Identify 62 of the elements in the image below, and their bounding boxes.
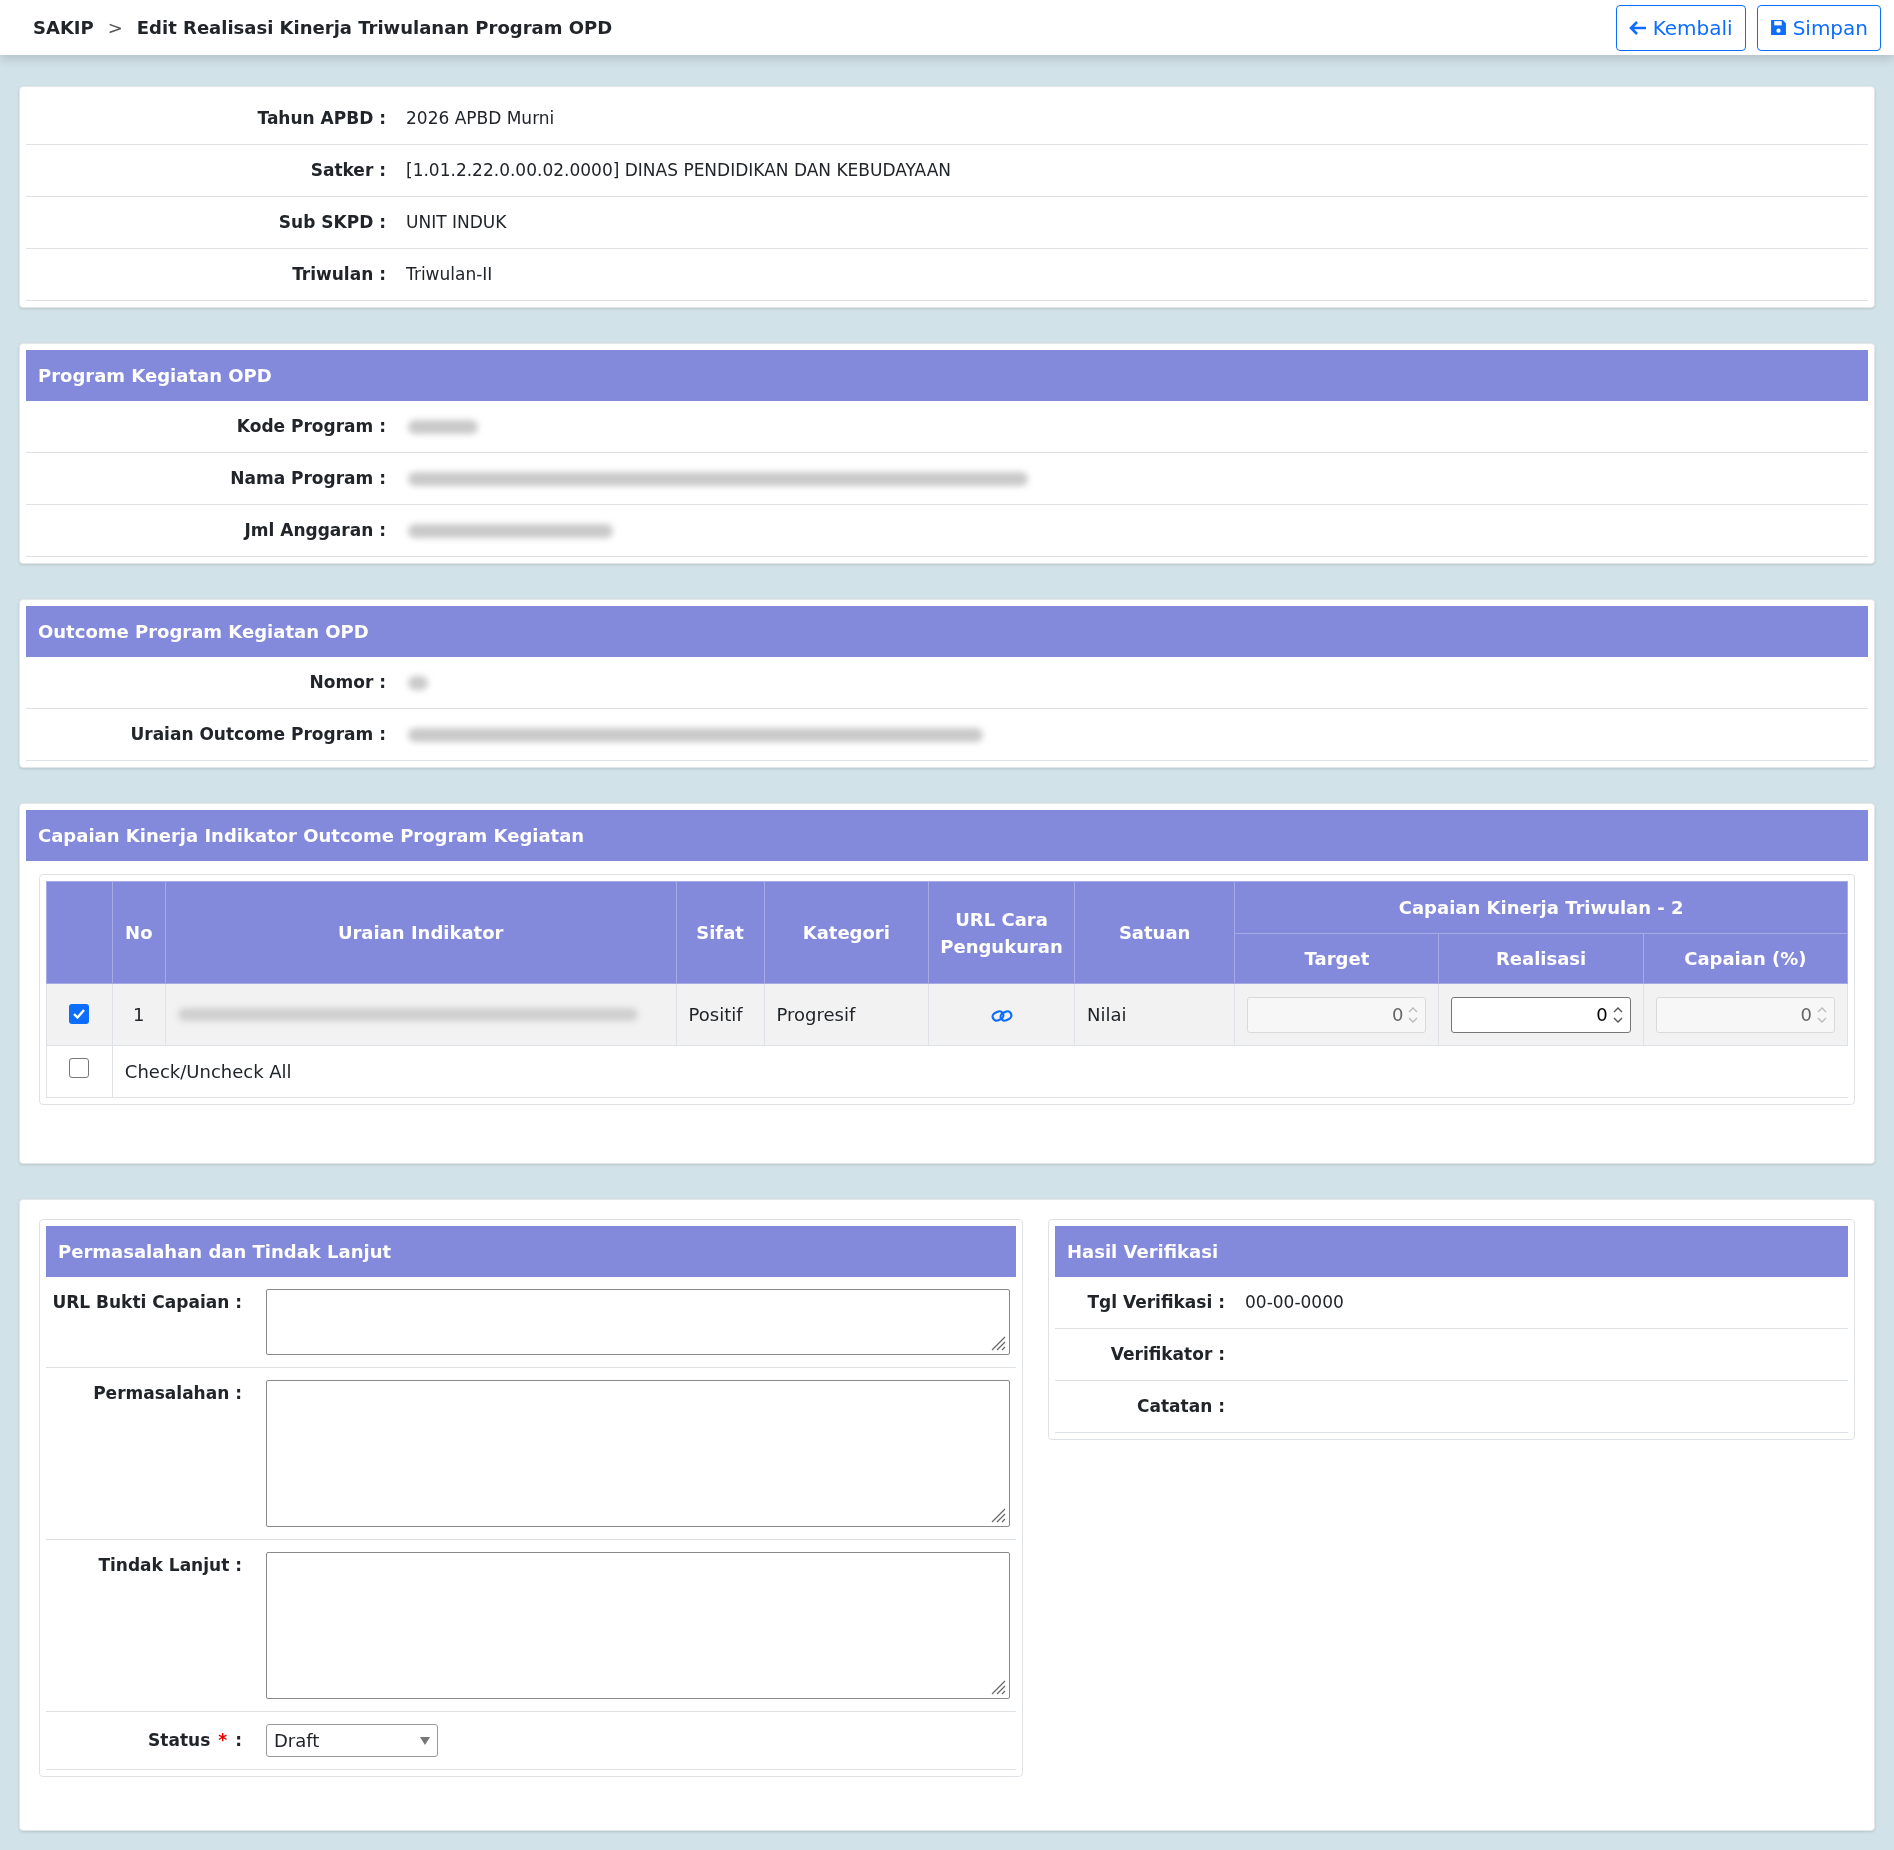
status-select[interactable]: Draft [266, 1724, 438, 1757]
field-label: Catatan : [1136, 1394, 1226, 1418]
number-input[interactable]: 0 [1451, 996, 1631, 1033]
column-header: Capaian Kinerja Triwulan - 2 [1234, 881, 1848, 934]
save-button[interactable]: Simpan [1756, 4, 1881, 51]
text-area[interactable] [266, 1289, 1010, 1355]
field-label: Triwulan : [291, 262, 387, 286]
page-title: Edit Realisasi Kinerja Triwulanan Program OPD [136, 16, 613, 40]
section-header: Capaian Kinerja Indikator Outcome Program Kegiatan [26, 810, 1868, 861]
checkbox-label[interactable]: Check/Uncheck All [124, 1061, 292, 1082]
field-label: Uraian Outcome Program : [129, 722, 387, 746]
field-label: Permasalahan : [92, 1382, 243, 1405]
required-mark: * [218, 1728, 228, 1752]
field-value: Triwulan-II [406, 262, 493, 286]
link-icon[interactable] [990, 1009, 1013, 1023]
section-header: Permasalahan dan Tindak Lanjut [46, 1226, 1016, 1277]
arrow-left-icon [1628, 19, 1647, 36]
field-value: 2026 APBD Murni [406, 106, 555, 130]
column-header: Kategori [764, 881, 929, 984]
section-header: Program Kegiatan OPD [26, 350, 1868, 401]
column-header: URL Cara Pengukuran [928, 881, 1075, 984]
column-header: Target [1234, 933, 1439, 984]
checkbox[interactable] [69, 1004, 90, 1024]
field-label: : [235, 1728, 242, 1752]
field-label: Status [148, 1728, 211, 1752]
blurred-text [408, 675, 428, 690]
field-label: Nomor : [308, 670, 387, 694]
field-label: Verifikator : [1109, 1342, 1226, 1366]
table-cell: Positif [688, 1004, 743, 1025]
field-label: Sub SKPD : [277, 210, 387, 234]
field-label: URL Bukti Capaian : [51, 1291, 243, 1314]
field-label: Tindak Lanjut : [97, 1554, 243, 1577]
field-label: Kode Program : [235, 414, 387, 438]
checkbox[interactable] [69, 1058, 90, 1078]
check-icon [72, 1007, 87, 1021]
section-header: Outcome Program Kegiatan OPD [26, 606, 1868, 657]
breadcrumb-separator: > [107, 16, 123, 40]
field-label: Satker : [309, 158, 387, 182]
column-header: Uraian Indikator [165, 881, 677, 984]
column-header: Sifat [676, 881, 764, 984]
table-cell: 1 [133, 1004, 145, 1025]
column-header: No [112, 881, 166, 984]
column-header: Satuan [1074, 881, 1235, 984]
back-button[interactable]: Kembali [1615, 4, 1746, 51]
column-header: Realisasi [1438, 933, 1644, 984]
field-label: Jml Anggaran : [242, 518, 387, 542]
field-value: UNIT INDUK [406, 210, 507, 234]
field-label: Tgl Verifikasi : [1086, 1290, 1226, 1314]
table-cell: Nilai [1086, 1004, 1127, 1025]
field-label: Tahun APBD : [256, 106, 387, 130]
column-header: Capaian (%) [1643, 933, 1848, 984]
blurred-text [408, 419, 478, 434]
section-header: Hasil Verifikasi [1055, 1226, 1848, 1277]
resize-handle-icon[interactable] [990, 1679, 1006, 1695]
resize-handle-icon[interactable] [990, 1507, 1006, 1523]
breadcrumb-link[interactable]: SAKIP [33, 14, 94, 41]
dropdown-caret-icon [420, 1736, 430, 1745]
table-cell: Progresif [776, 1004, 856, 1025]
field-value: [1.01.2.22.0.00.02.0000] DINAS PENDIDIKAN DAN KEBUDAYAAN [406, 158, 952, 182]
resize-handle-icon[interactable] [990, 1335, 1006, 1351]
field-value: 00-00-0000 [1245, 1290, 1344, 1314]
field-label: Nama Program : [229, 466, 387, 490]
